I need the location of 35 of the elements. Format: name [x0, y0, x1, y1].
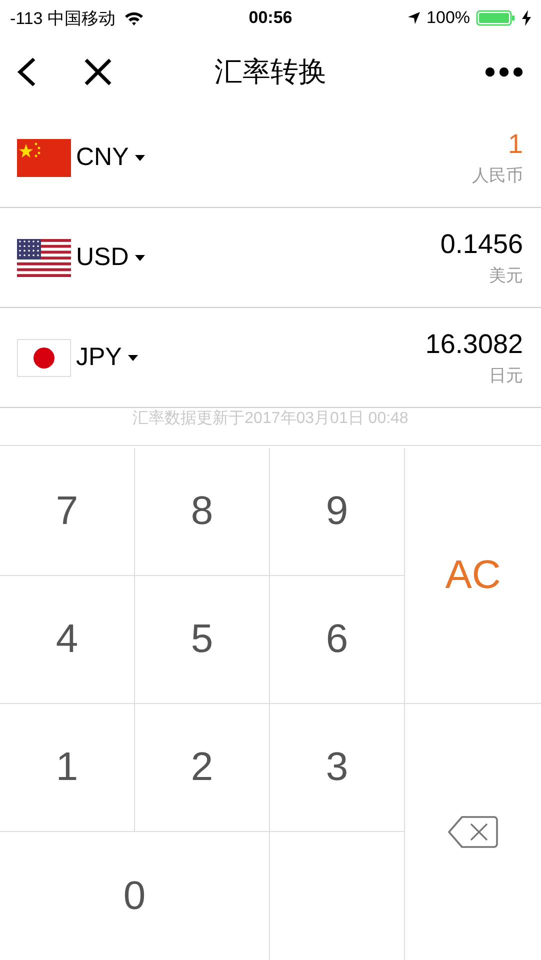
digit-key[interactable]: 8: [135, 448, 270, 576]
digit-key[interactable]: 7: [0, 448, 135, 576]
currency-name: 美元: [489, 264, 523, 286]
more-icon[interactable]: [485, 67, 523, 77]
battery-percent: 100%: [426, 8, 470, 28]
digit-key[interactable]: 2: [135, 704, 270, 832]
digit-key[interactable]: 1: [0, 704, 135, 832]
currency-selector[interactable]: CNY: [76, 143, 145, 172]
back-icon[interactable]: [16, 57, 38, 87]
currency-name: 人民币: [472, 164, 523, 186]
digit-key[interactable]: 6: [270, 576, 405, 704]
currency-selector[interactable]: JPY: [76, 343, 138, 372]
carrier-signal: -113 中国移动: [10, 8, 116, 30]
location-arrow-icon: [406, 11, 421, 25]
currency-amount[interactable]: 0.1456: [440, 228, 523, 260]
currency-name: 日元: [489, 364, 523, 386]
charging-bolt-icon: [522, 10, 532, 26]
digit-key[interactable]: 3: [270, 704, 405, 832]
caret-icon: [128, 354, 138, 360]
wifi-icon: [124, 10, 144, 26]
digit-key[interactable]: 9: [270, 448, 405, 576]
backspace-icon: [448, 816, 498, 848]
japan-flag-icon: [17, 338, 71, 376]
caret-icon: [134, 254, 145, 260]
close-icon[interactable]: [84, 58, 112, 86]
china-flag-icon: [17, 138, 71, 176]
digit-key[interactable]: 5: [135, 576, 270, 704]
us-flag-icon: [17, 238, 71, 276]
currency-amount[interactable]: 16.3082: [425, 328, 523, 360]
caret-icon: [134, 154, 145, 160]
currency-selector[interactable]: USD: [76, 243, 145, 272]
digit-key[interactable]: 4: [0, 576, 135, 704]
battery-icon: [476, 9, 516, 27]
page-title: 汇率转换: [214, 56, 326, 87]
status-time: 00:56: [248, 8, 292, 28]
